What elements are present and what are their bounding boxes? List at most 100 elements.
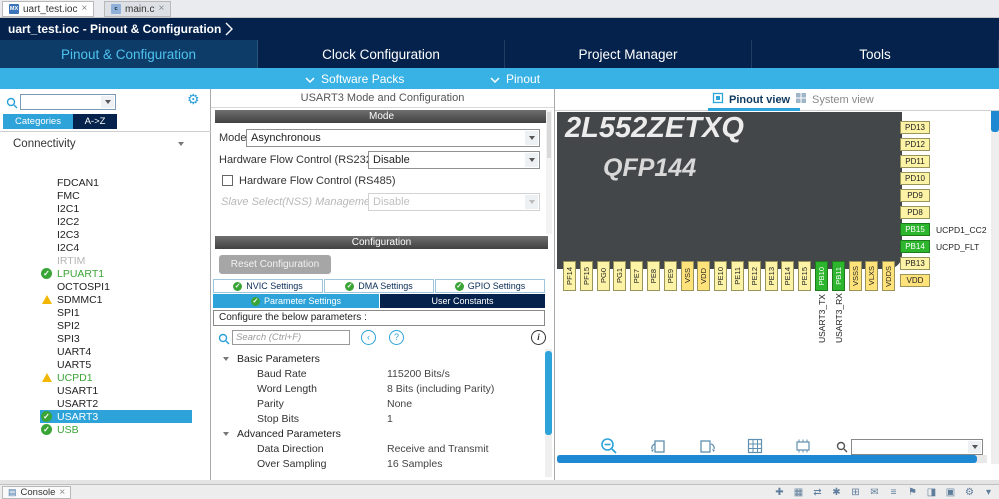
pin-pb14[interactable]: PB14 — [900, 240, 930, 253]
close-icon[interactable]: × — [158, 4, 164, 14]
pin-pd10[interactable]: PD10 — [900, 172, 930, 185]
pin-pb15[interactable]: PB15 — [900, 223, 930, 236]
plus-icon[interactable]: ✚ — [773, 487, 786, 498]
tab-tools[interactable]: Tools — [752, 40, 999, 68]
collapse-icon[interactable]: ‹ — [361, 330, 376, 345]
peripheral-item-usart2[interactable]: USART2 — [40, 397, 192, 410]
pin-pe14[interactable]: PE14 — [781, 261, 795, 291]
pin-vdds[interactable]: VDDS — [882, 261, 896, 291]
pin-pg0[interactable]: PG0 — [596, 261, 610, 291]
tab-nvic-settings[interactable]: ✓ NVIC Settings — [213, 279, 323, 293]
rs232-select[interactable]: Disable — [368, 151, 540, 169]
pin-pe11[interactable]: PE11 — [731, 261, 744, 291]
info-icon[interactable]: i — [531, 330, 546, 345]
pin-pb11[interactable]: PB11 — [831, 261, 845, 291]
tab-gpio-settings[interactable]: ✓ GPIO Settings — [435, 279, 545, 293]
pin-vsss[interactable]: VSSS — [848, 261, 862, 291]
pin-search-select[interactable] — [851, 439, 983, 455]
pin-pe13[interactable]: PE13 — [764, 261, 778, 291]
console-tab[interactable]: ▤ Console × — [2, 486, 72, 499]
close-icon[interactable]: × — [59, 487, 65, 498]
caret-icon[interactable]: ▾ — [982, 487, 995, 498]
pin-pd11[interactable]: PD11 — [900, 155, 930, 168]
pinout-menu[interactable]: Pinout — [490, 68, 540, 89]
tab-parameter-settings[interactable]: ✓ Parameter Settings — [213, 294, 379, 308]
tab-user-constants[interactable]: User Constants — [380, 294, 545, 308]
pin-vlxs[interactable]: VLXS — [865, 261, 879, 291]
pin-pe8[interactable]: PE8 — [647, 261, 660, 291]
param-group[interactable]: Basic Parameters — [211, 351, 545, 366]
pin-pe10[interactable]: PE10 — [714, 261, 728, 291]
peripheral-item-uart4[interactable]: UART4 — [40, 345, 192, 358]
peripheral-item-fmc[interactable]: FMC — [40, 189, 192, 202]
mode-select[interactable]: Asynchronous — [246, 129, 540, 147]
peripheral-item-spi2[interactable]: SPI2 — [40, 319, 192, 332]
peripheral-item-ucpd1[interactable]: UCPD1 — [40, 371, 192, 384]
sync-icon[interactable]: ⇄ — [811, 487, 824, 498]
pin-vss[interactable]: VSS — [680, 261, 694, 291]
mail-icon[interactable]: ✉ — [868, 487, 881, 498]
pin-pd12[interactable]: PD12 — [900, 138, 930, 151]
peripheral-item-irtim[interactable]: IRTIM — [40, 254, 192, 267]
pin-pd9[interactable]: PD9 — [900, 189, 930, 202]
pin-vdd[interactable]: VDD — [697, 261, 711, 291]
peripheral-item-usb[interactable]: ✓ USB — [40, 423, 192, 436]
pin-pe12[interactable]: PE12 — [747, 261, 761, 291]
peripheral-item-i2c4[interactable]: I2C4 — [40, 241, 192, 254]
tab-pinout-configuration[interactable]: Pinout & Configuration — [0, 40, 258, 68]
peripheral-search-input[interactable] — [20, 94, 116, 110]
asterisk-icon[interactable]: ✱ — [830, 487, 843, 498]
peripheral-item-spi3[interactable]: SPI3 — [40, 332, 192, 345]
horizontal-scrollbar[interactable] — [557, 455, 987, 463]
param-row[interactable]: Stop Bits 1 — [211, 411, 545, 426]
close-icon[interactable]: × — [81, 4, 87, 14]
pin-pd13[interactable]: PD13 — [900, 121, 930, 134]
menu-icon[interactable]: ≡ — [887, 487, 900, 498]
pin-pd8[interactable]: PD8 — [900, 206, 930, 219]
chevron-down-icon[interactable] — [101, 96, 114, 108]
param-row[interactable]: Parity None — [211, 396, 545, 411]
peripheral-item-usart3[interactable]: ✓ USART3 — [40, 410, 192, 423]
peripheral-item-i2c1[interactable]: I2C1 — [40, 202, 192, 215]
peripheral-item-usart1[interactable]: USART1 — [40, 384, 192, 397]
peripheral-item-octospi1[interactable]: OCTOSPI1 — [40, 280, 192, 293]
pinout-view-toggle[interactable]: Pinout view — [712, 89, 790, 110]
pin-pe7[interactable]: PE7 — [630, 261, 644, 291]
mode-scrollbar[interactable] — [546, 110, 552, 234]
tab-clock-configuration[interactable]: Clock Configuration — [258, 40, 505, 68]
pin-pe15[interactable]: PE15 — [798, 261, 812, 291]
peripheral-item-lpuart1[interactable]: ✓ LPUART1 — [40, 267, 192, 280]
peripheral-item-i2c3[interactable]: I2C3 — [40, 228, 192, 241]
panel-icon[interactable]: ◨ — [925, 487, 938, 498]
pin-pg1[interactable]: PG1 — [613, 261, 627, 291]
pin-pf14[interactable]: PF14 — [563, 261, 576, 291]
param-group[interactable]: Advanced Parameters — [211, 426, 545, 441]
editor-tab-ioc[interactable]: MX uart_test.ioc × — [2, 1, 95, 17]
system-view-toggle[interactable]: System view — [795, 89, 874, 110]
param-row[interactable]: Over Sampling 16 Samples — [211, 456, 545, 471]
pin-pe9[interactable]: PE9 — [663, 261, 677, 291]
grid-icon[interactable]: ▦ — [792, 487, 805, 498]
reset-configuration-button[interactable]: Reset Configuration — [219, 255, 331, 274]
tab-project-manager[interactable]: Project Manager — [505, 40, 752, 68]
pin-pf15[interactable]: PF15 — [579, 261, 593, 291]
peripheral-item-i2c2[interactable]: I2C2 — [40, 215, 192, 228]
param-row[interactable]: Data Direction Receive and Transmit — [211, 441, 545, 456]
peripheral-item-spi1[interactable]: SPI1 — [40, 306, 192, 319]
peripheral-item-uart5[interactable]: UART5 — [40, 358, 192, 371]
peripheral-item-sdmmc1[interactable]: SDMMC1 — [40, 293, 192, 306]
tab-categories[interactable]: Categories — [3, 114, 73, 129]
window-icon[interactable]: ⊞ — [849, 487, 862, 498]
vertical-scrollbar[interactable] — [991, 89, 999, 464]
tab-a-to-z[interactable]: A->Z — [73, 114, 117, 129]
pin-pb10[interactable]: PB10 — [815, 261, 828, 291]
flag-icon[interactable]: ⚑ — [906, 487, 919, 498]
rs485-checkbox[interactable] — [222, 175, 233, 186]
editor-tab-main-c[interactable]: c main.c × — [104, 1, 172, 17]
help-icon[interactable]: ? — [389, 330, 404, 345]
parameters-scrollbar[interactable] — [545, 349, 552, 477]
peripheral-item-fdcan1[interactable]: FDCAN1 — [40, 176, 192, 189]
pin-pb13[interactable]: PB13 — [900, 257, 930, 270]
software-packs-menu[interactable]: Software Packs — [305, 68, 404, 89]
gear-icon[interactable]: ⚙ — [187, 91, 200, 108]
